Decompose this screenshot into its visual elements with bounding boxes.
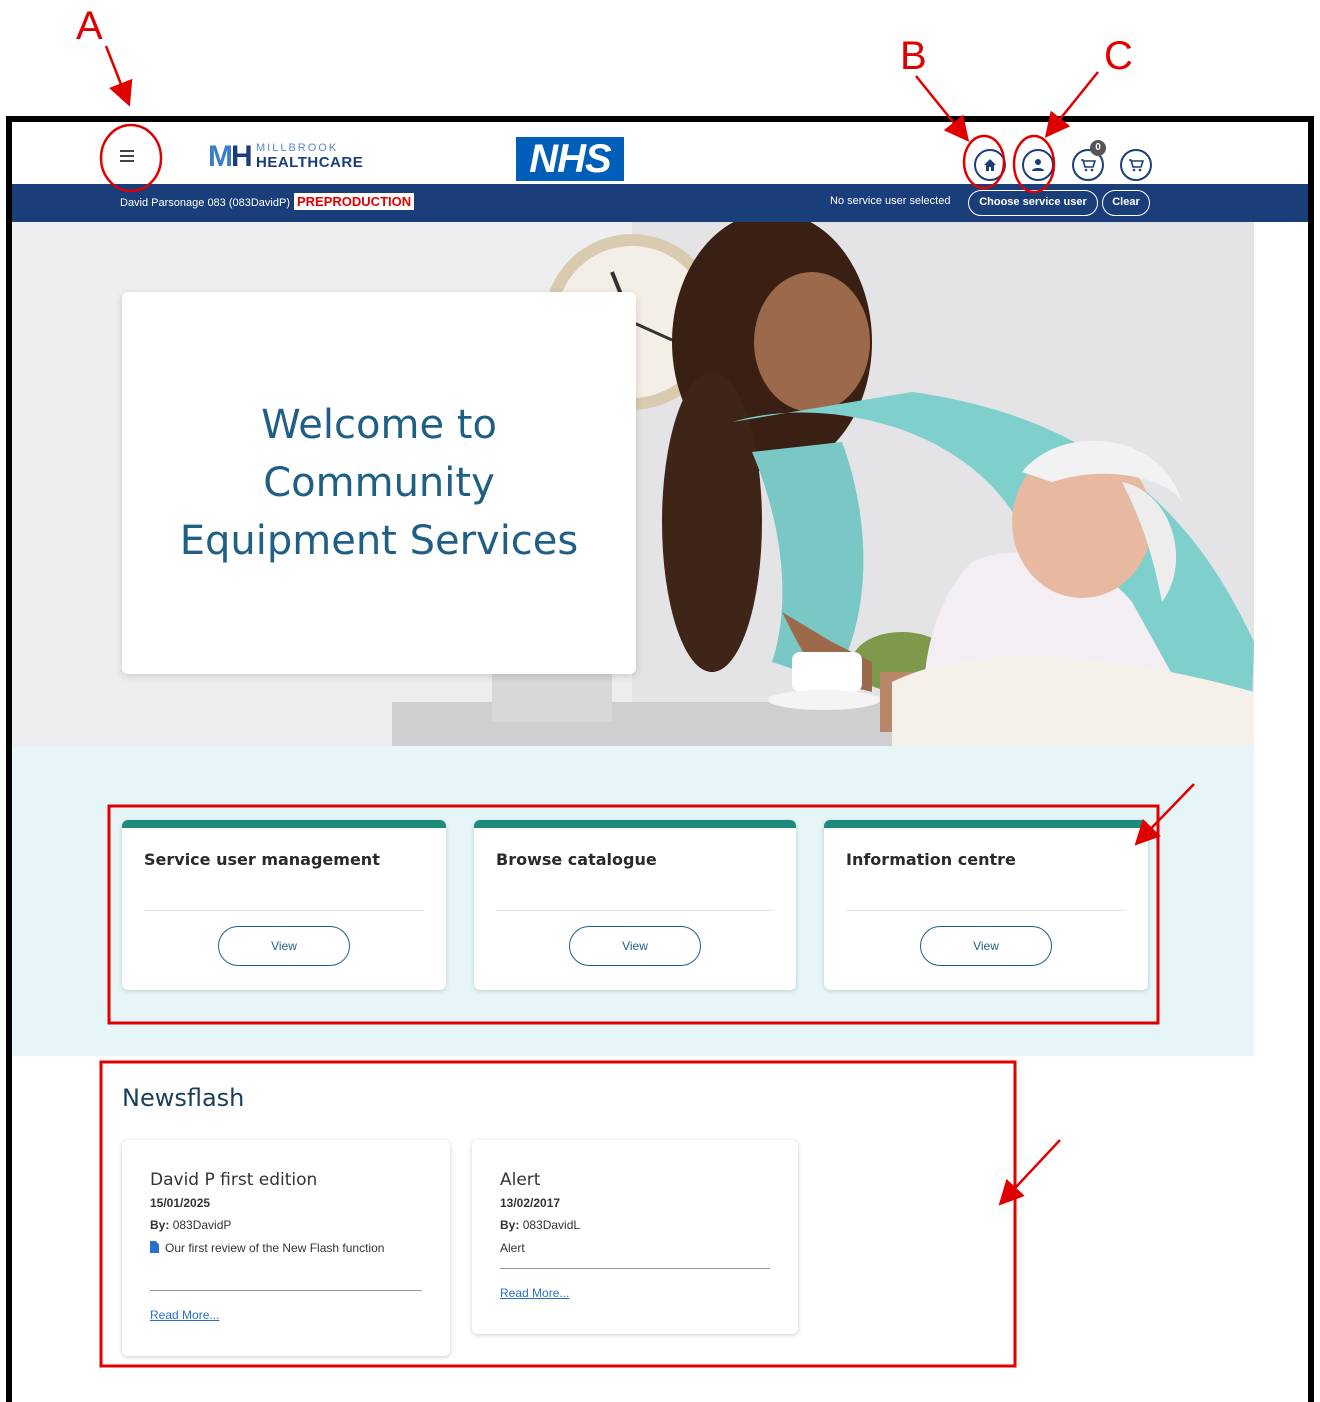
home-icon xyxy=(984,159,996,171)
news-body-text: Our first review of the New Flash functi… xyxy=(165,1241,385,1255)
view-service-user-management-button[interactable]: View xyxy=(218,926,350,966)
news-author-name: 083DavidP xyxy=(172,1218,232,1232)
news-body: Alert xyxy=(500,1241,525,1255)
tile-browse-catalogue: Browse catalogue View xyxy=(474,820,796,990)
news-body: Our first review of the New Flash functi… xyxy=(150,1238,400,1259)
newsflash-heading: Newsflash xyxy=(122,1084,245,1112)
millbrook-logo-top: MILLBROOK xyxy=(256,142,339,154)
news-date: 15/01/2025 xyxy=(150,1196,211,1210)
hero-banner: Welcome to Community Equipment Services xyxy=(12,222,1254,746)
annotation-label-b: B xyxy=(900,34,927,78)
user-profile-button[interactable] xyxy=(1022,149,1054,181)
environment-badge: PREPRODUCTION xyxy=(294,193,415,210)
cart-button[interactable] xyxy=(1120,149,1152,181)
read-more-link[interactable]: Read More... xyxy=(150,1308,219,1322)
status-bar: David Parsonage 083 (083DavidP) PREPRODU… xyxy=(12,184,1308,222)
tile-accent-bar xyxy=(824,820,1148,828)
logged-in-user: David Parsonage 083 (083DavidP) xyxy=(120,197,290,209)
annotated-screenshot: A B C D E MH MILLBROOK HEALTHCARE NHS xyxy=(0,0,1320,1402)
news-title: David P first edition xyxy=(150,1170,318,1190)
app-page: MH MILLBROOK HEALTHCARE NHS 0 David Pars… xyxy=(12,122,1308,1402)
tile-divider xyxy=(846,910,1126,911)
millbrook-logo: MH MILLBROOK HEALTHCARE xyxy=(208,140,378,174)
millbrook-logo-mark: MH xyxy=(208,140,253,173)
tile-title: Browse catalogue xyxy=(496,850,657,869)
news-author-label: By: xyxy=(500,1218,520,1232)
screenshot-frame: MH MILLBROOK HEALTHCARE NHS 0 David Pars… xyxy=(6,116,1314,1402)
view-browse-catalogue-button[interactable]: View xyxy=(569,926,701,966)
view-information-centre-button[interactable]: View xyxy=(920,926,1052,966)
document-icon xyxy=(150,1241,159,1253)
annotation-label-c: C xyxy=(1104,34,1133,78)
news-divider xyxy=(500,1268,770,1269)
news-author: By: 083DavidP xyxy=(150,1218,231,1232)
news-author: By: 083DavidL xyxy=(500,1218,580,1232)
nhs-logo: NHS xyxy=(516,137,624,181)
read-more-link[interactable]: Read More... xyxy=(500,1286,569,1300)
tile-title: Information centre xyxy=(846,850,1016,869)
top-header: MH MILLBROOK HEALTHCARE NHS 0 xyxy=(12,122,1254,184)
basket-icon xyxy=(1081,159,1096,172)
news-card: David P first edition 15/01/2025 By: 083… xyxy=(122,1140,450,1356)
basket-count-badge: 0 xyxy=(1090,140,1106,156)
millbrook-logo-bottom: HEALTHCARE xyxy=(256,154,364,171)
right-gutter xyxy=(1254,222,1308,1402)
annotation-label-a: A xyxy=(76,4,103,48)
home-button[interactable] xyxy=(974,149,1006,181)
service-user-status: No service user selected xyxy=(830,195,951,207)
tile-divider xyxy=(496,910,774,911)
news-author-label: By: xyxy=(150,1218,170,1232)
news-card: Alert 13/02/2017 By: 083DavidL Alert Rea… xyxy=(472,1140,798,1334)
quick-links-section: Service user management View Browse cata… xyxy=(12,746,1254,1056)
tile-title: Service user management xyxy=(144,850,380,869)
tile-information-centre: Information centre View xyxy=(824,820,1148,990)
annotation-arrow-a xyxy=(104,45,133,107)
clear-button[interactable]: Clear xyxy=(1102,190,1150,216)
welcome-heading: Welcome to Community Equipment Services xyxy=(179,402,579,564)
menu-icon[interactable] xyxy=(120,150,134,162)
tile-accent-bar xyxy=(474,820,796,828)
tile-divider xyxy=(144,910,424,911)
welcome-card: Welcome to Community Equipment Services xyxy=(122,292,636,674)
news-date: 13/02/2017 xyxy=(500,1196,561,1210)
cart-icon xyxy=(1129,159,1144,172)
news-title: Alert xyxy=(500,1170,541,1190)
choose-service-user-button[interactable]: Choose service user xyxy=(968,190,1098,216)
tile-service-user-management: Service user management View xyxy=(122,820,446,990)
user-icon xyxy=(1032,159,1044,171)
news-author-name: 083DavidL xyxy=(522,1218,581,1232)
tile-accent-bar xyxy=(122,820,446,828)
news-divider xyxy=(150,1290,422,1291)
